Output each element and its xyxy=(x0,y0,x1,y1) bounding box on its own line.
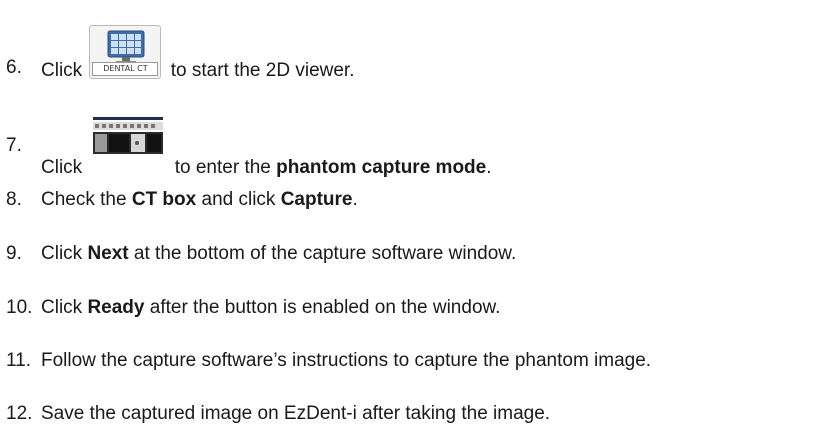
step-text-bold: phantom capture mode xyxy=(276,157,487,178)
step-number: 7. xyxy=(6,135,22,156)
step-number: 12. xyxy=(6,403,33,424)
step-text: Click to enter the phantom capture mode. xyxy=(41,115,492,179)
step-text-post: to enter the xyxy=(174,157,277,178)
step-text: Click DENTAL CT to start the 2D viewer. xyxy=(41,25,355,82)
step-text: Click Next at the bottom of the capture … xyxy=(41,243,516,265)
step-text-post: to start the 2D viewer. xyxy=(170,60,355,81)
step-number: 6. xyxy=(6,57,22,78)
step-text-post: . xyxy=(352,189,358,210)
capture-screen-icon xyxy=(89,115,166,155)
dental-ct-viewer-icon[interactable]: DENTAL CT xyxy=(89,25,162,79)
step-text-pre: Click xyxy=(41,60,83,81)
step-text-post2: . xyxy=(486,157,492,178)
step-text: Click Ready after the button is enabled … xyxy=(41,297,500,319)
step-number: 11. xyxy=(6,350,32,371)
step-text-post: at the bottom of the capture software wi… xyxy=(128,243,517,264)
step-text: Follow the capture software’s instructio… xyxy=(41,350,652,371)
phantom-capture-icon[interactable] xyxy=(89,115,166,155)
step-text-pre: Click xyxy=(41,297,88,318)
step-text: Save the captured image on EzDent-i afte… xyxy=(41,403,551,424)
step-number: 10. xyxy=(6,297,33,318)
step-text-pre: Click xyxy=(41,243,88,264)
step-text-pre: Check the xyxy=(41,189,132,210)
step-text-mid: and click xyxy=(196,189,281,210)
step-text-post: after the button is enabled on the windo… xyxy=(144,297,501,318)
step-text: Check the CT box and click Capture. xyxy=(41,189,358,211)
step-text-pre: Click xyxy=(41,157,83,178)
step-number: 9. xyxy=(6,243,22,264)
step-text-bold-next: Next xyxy=(87,243,129,264)
step-text-bold-capture: Capture xyxy=(280,189,353,210)
step-text-bold-ct-box: CT box xyxy=(131,189,197,210)
monitor-grid-icon xyxy=(107,30,145,64)
step-number: 8. xyxy=(6,189,22,210)
icon-caption: DENTAL CT xyxy=(92,62,159,76)
step-text-bold-ready: Ready xyxy=(87,297,145,318)
